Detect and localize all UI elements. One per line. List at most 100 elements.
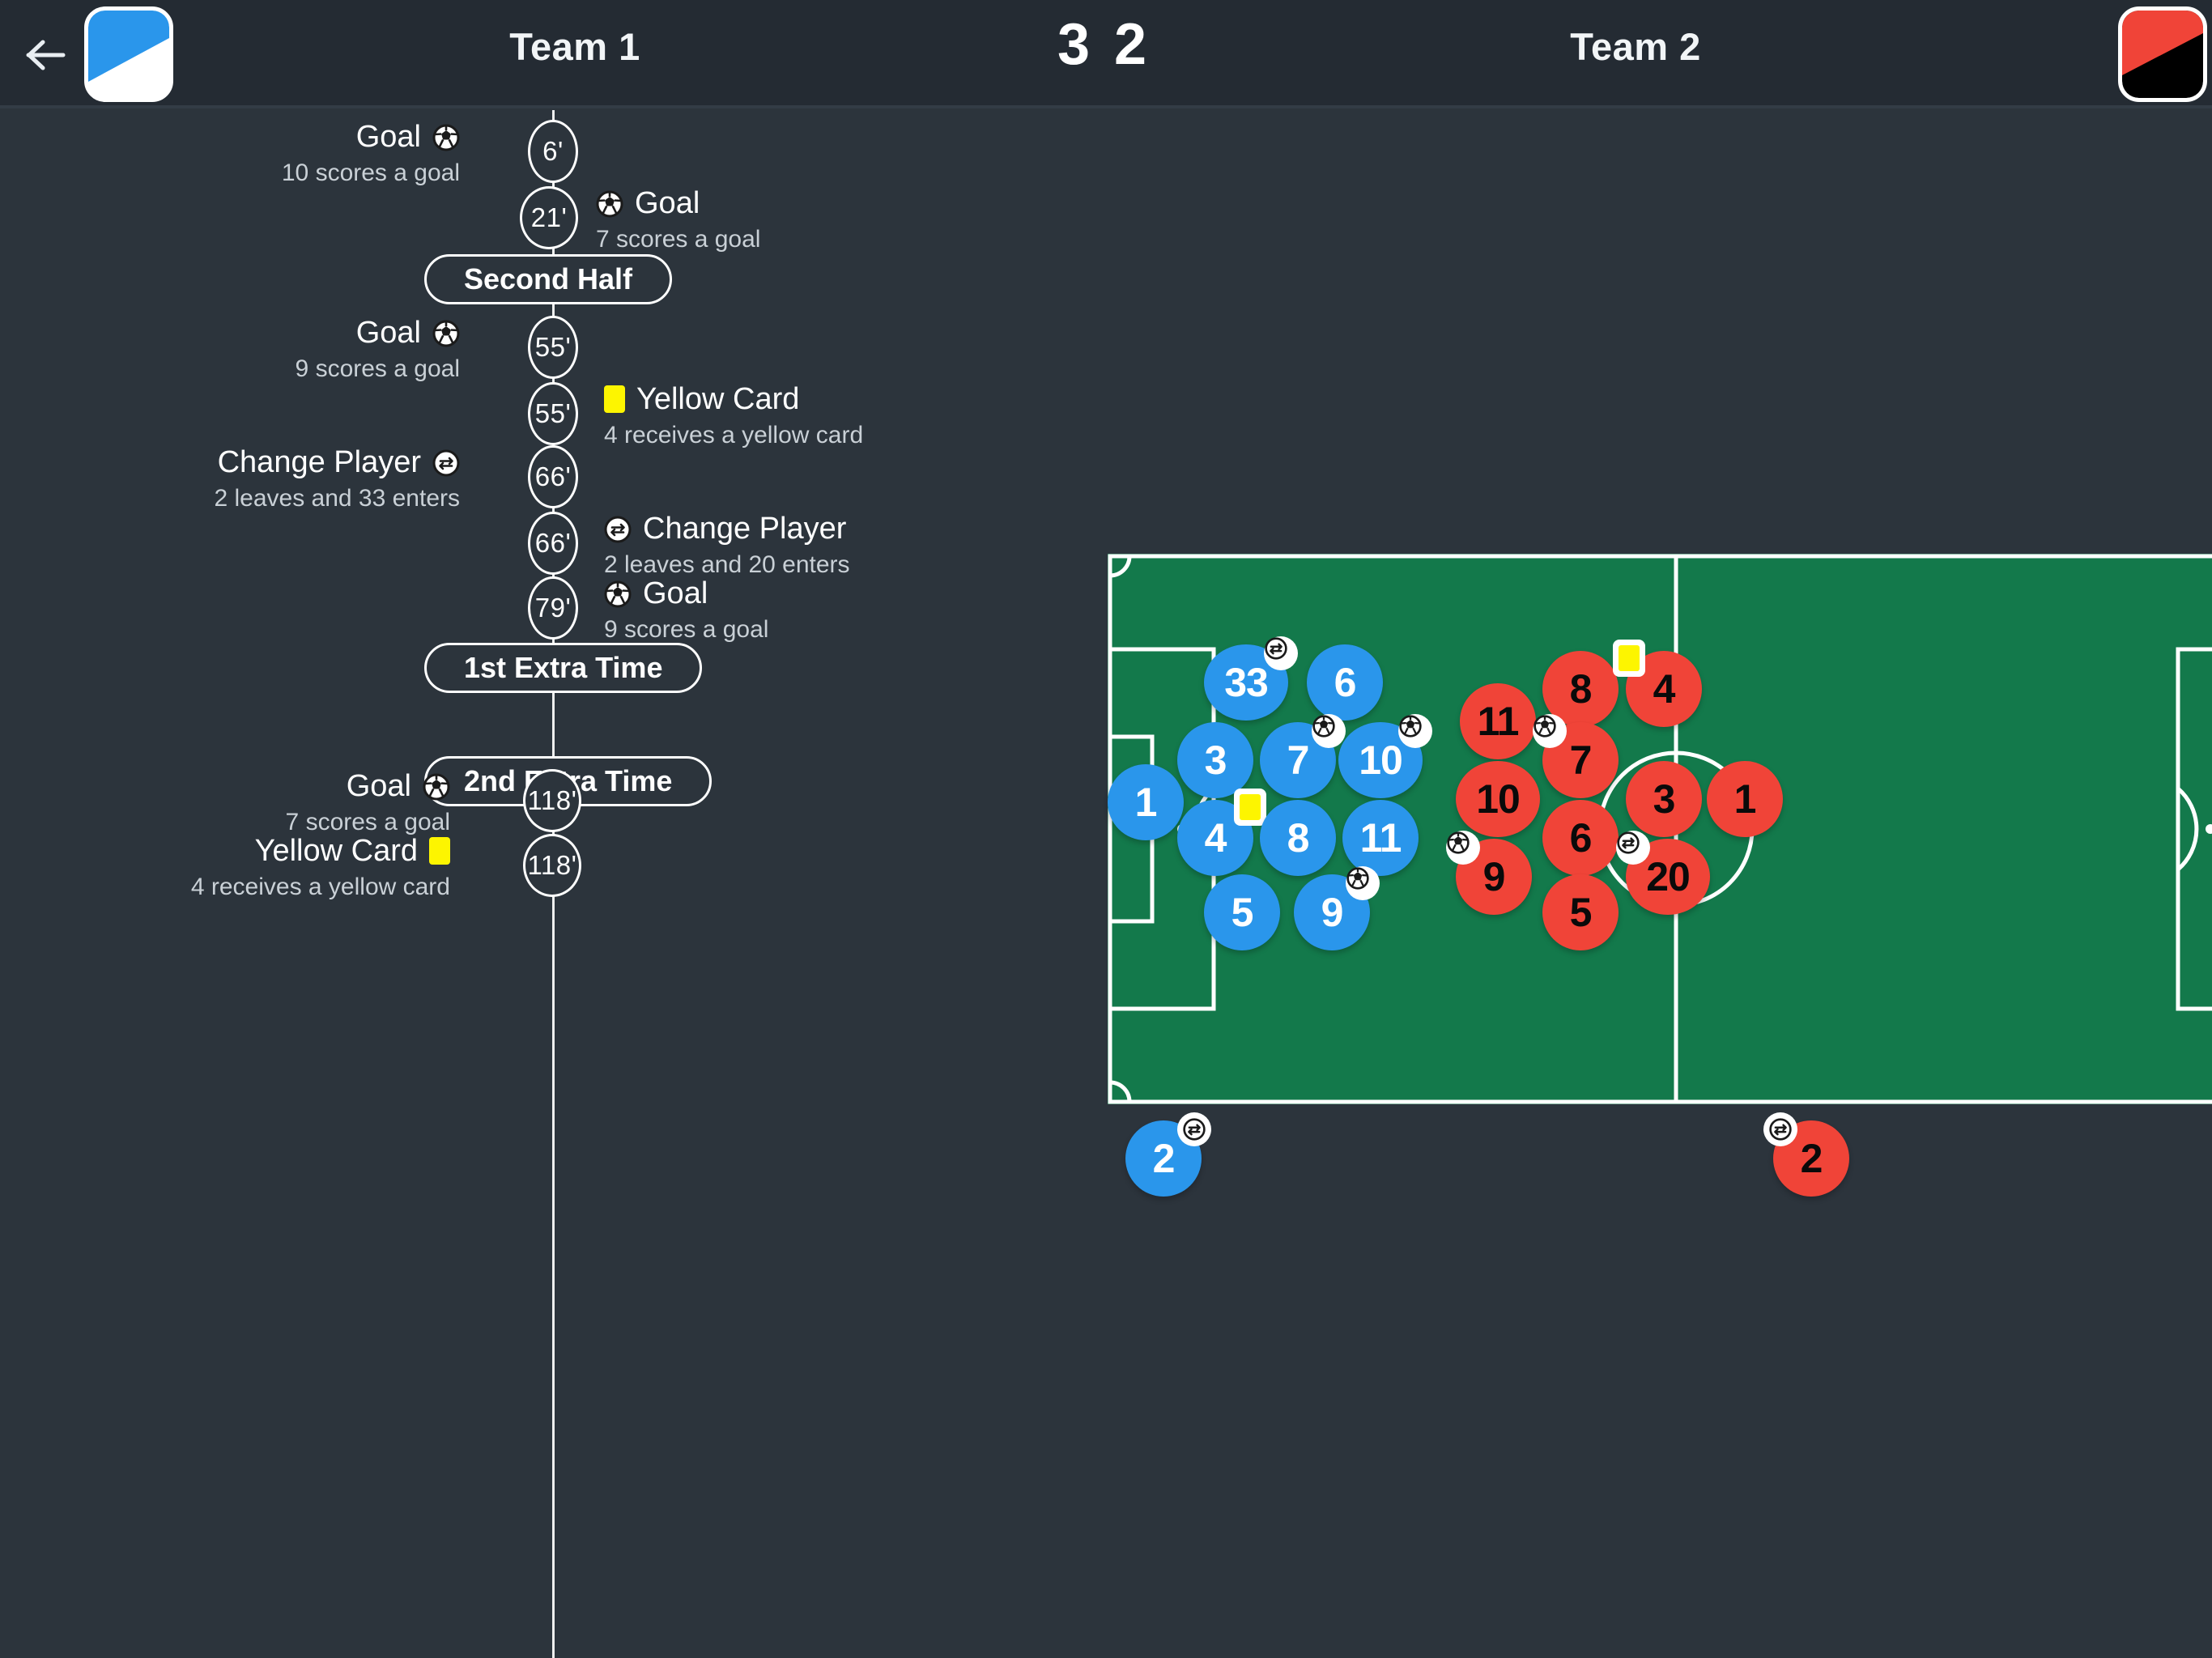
bench-player-token[interactable]: 2 — [1125, 1112, 1211, 1197]
event-minute: 66' — [528, 445, 578, 508]
event-detail: 10 scores a goal — [281, 159, 460, 186]
lineup-pitch: 1 33 6 3 7 10 4 8 11 5 9 8 11 4 7 10 3 1… — [1108, 554, 2212, 1197]
event-title: Change Player — [217, 445, 421, 479]
player-token[interactable]: 1 — [1707, 761, 1783, 837]
player-number: 8 — [1569, 666, 1593, 712]
event-minute: 66' — [528, 512, 578, 575]
player-token[interactable]: 5 — [1204, 874, 1280, 950]
yellow-card-icon — [604, 385, 625, 413]
away-team-name: Team 2 — [1570, 25, 1701, 68]
player-token[interactable]: 4 — [1177, 789, 1266, 876]
player-number: 2 — [1152, 1136, 1176, 1181]
player-number: 3 — [1204, 738, 1227, 783]
player-token[interactable]: 11 — [1460, 683, 1536, 759]
match-timeline: 6' Goal 10 scores a goal 21' Goal 7 scor… — [0, 108, 1109, 1658]
substitution-icon — [1177, 1112, 1211, 1146]
event-title: Goal — [355, 120, 421, 154]
player-number: 2 — [1800, 1136, 1823, 1181]
player-token[interactable]: 7 — [1260, 714, 1346, 798]
away-team-crest — [2118, 6, 2207, 102]
player-number: 4 — [1653, 666, 1676, 712]
event-title: Goal — [346, 769, 411, 803]
substitution-icon — [1616, 831, 1650, 865]
event-detail: 4 receives a yellow card — [190, 874, 450, 900]
player-token[interactable]: 5 — [1542, 874, 1619, 950]
yellow-card-icon — [429, 837, 450, 865]
player-number: 1 — [1733, 776, 1757, 822]
player-number: 6 — [1569, 815, 1593, 861]
player-token[interactable]: 6 — [1307, 644, 1383, 721]
player-token[interactable]: 3 — [1177, 722, 1253, 798]
substitution-icon — [1763, 1112, 1797, 1146]
event-title: Goal — [355, 316, 421, 350]
match-header: Team 1 3 2 Team 2 — [0, 0, 2212, 108]
event-title: Change Player — [643, 512, 847, 546]
player-token[interactable]: 4 — [1613, 640, 1702, 727]
player-token[interactable]: 11 — [1342, 800, 1419, 876]
football-icon — [432, 123, 460, 151]
bench-player-token[interactable]: 2 — [1763, 1112, 1849, 1197]
football-icon — [1398, 714, 1432, 748]
player-number: 5 — [1231, 890, 1254, 935]
player-token[interactable]: 33 — [1204, 636, 1298, 721]
player-number: 11 — [1477, 699, 1520, 744]
event-minute: 79' — [528, 576, 578, 640]
event-title: Yellow Card — [636, 382, 800, 416]
event-detail: 9 scores a goal — [604, 616, 769, 643]
player-token[interactable]: 20 — [1616, 831, 1710, 915]
event-title: Yellow Card — [254, 834, 418, 868]
event-detail: 4 receives a yellow card — [604, 422, 864, 449]
phase-label: Second Half — [464, 262, 633, 295]
timeline-phase-marker: 1st Extra Time — [424, 643, 703, 693]
player-number: 1 — [1134, 780, 1158, 825]
substitution-icon — [1264, 636, 1298, 670]
player-number: 11 — [1359, 815, 1402, 861]
player-number: 10 — [1476, 776, 1521, 822]
player-number: 8 — [1287, 815, 1310, 861]
event-minute: 55' — [528, 316, 578, 379]
player-token[interactable]: 10 — [1338, 714, 1432, 798]
event-minute: 118' — [523, 834, 581, 897]
player-token[interactable]: 9 — [1446, 831, 1532, 915]
event-detail: 7 scores a goal — [596, 226, 761, 253]
pitch-surface: 1 33 6 3 7 10 4 8 11 5 9 8 11 4 7 10 3 1… — [1108, 554, 2212, 1104]
football-icon — [432, 319, 460, 347]
player-token[interactable]: 10 — [1456, 761, 1540, 837]
player-number: 7 — [1287, 738, 1310, 783]
football-icon — [1346, 866, 1380, 900]
yellow-card-icon — [1234, 789, 1266, 826]
player-number: 6 — [1334, 660, 1357, 705]
player-number: 4 — [1204, 815, 1227, 861]
timeline-phase-marker: Second Half — [424, 254, 673, 304]
event-minute: 55' — [528, 382, 578, 445]
substitution-icon — [432, 449, 460, 477]
player-number: 7 — [1569, 738, 1593, 783]
player-number: 9 — [1482, 854, 1506, 899]
player-number: 10 — [1359, 738, 1403, 783]
player-token[interactable]: 6 — [1542, 800, 1619, 876]
substitution-icon — [604, 515, 632, 543]
player-token[interactable]: 3 — [1626, 761, 1702, 837]
player-number: 9 — [1321, 890, 1344, 935]
football-icon — [1312, 714, 1346, 748]
event-title: Goal — [643, 576, 708, 610]
football-icon — [604, 580, 632, 608]
phase-label: 1st Extra Time — [464, 651, 663, 684]
player-token[interactable]: 8 — [1260, 800, 1336, 876]
football-icon — [1446, 831, 1480, 865]
event-title: Goal — [635, 186, 700, 220]
event-detail: 9 scores a goal — [295, 355, 460, 382]
player-number: 33 — [1224, 660, 1269, 705]
football-icon — [423, 772, 450, 801]
match-detail-screen: Team 1 3 2 Team 2 6' Goal 10 scores a go… — [0, 0, 2212, 1658]
football-icon — [1533, 714, 1567, 748]
player-token[interactable]: 7 — [1533, 714, 1619, 798]
event-minute: 6' — [528, 120, 578, 183]
football-icon — [596, 189, 623, 218]
player-token[interactable]: 9 — [1294, 866, 1380, 950]
event-minute: 21' — [520, 186, 578, 249]
player-token[interactable]: 1 — [1108, 764, 1184, 840]
player-number: 20 — [1646, 854, 1691, 899]
player-number: 5 — [1569, 890, 1593, 935]
event-detail: 2 leaves and 33 enters — [214, 485, 460, 512]
